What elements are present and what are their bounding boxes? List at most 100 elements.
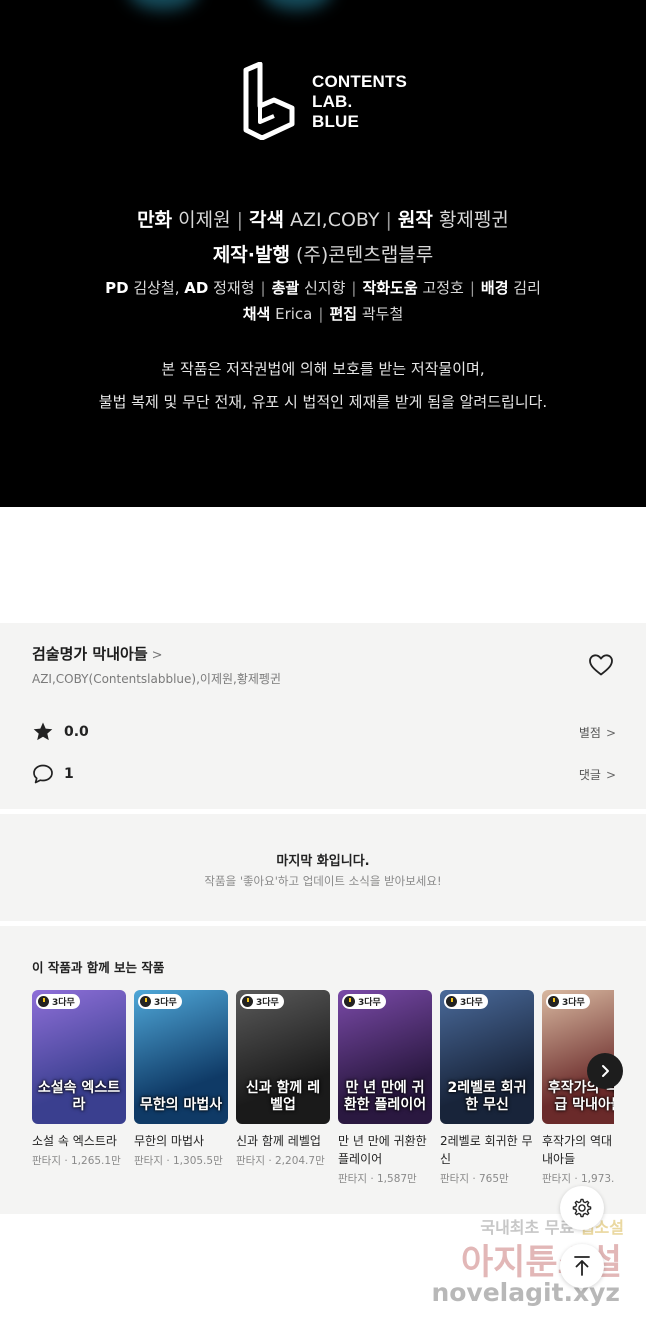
thumbnail-title-art: 신과 함께 레벨업 — [245, 1080, 321, 1113]
recommendation-title: 후작가의 역대 막내아들 — [542, 1134, 614, 1166]
credit-role: 각색 — [249, 209, 284, 231]
divider: | — [260, 279, 266, 297]
recommendation-card[interactable]: 3다무소설속 엑스트라소설 속 엑스트라판타지 · 1,265.1만 — [32, 990, 126, 1168]
copyright-notice-1: 본 작품은 저작권법에 의해 보호를 받는 저작물이며, — [161, 360, 485, 378]
site-watermark: 국내최초 무료 웹소설 아지툰소설 novelagit.xyz — [431, 1212, 634, 1322]
badge-label: 3다무 — [460, 998, 483, 1008]
credit-role: 편집 — [329, 305, 358, 323]
logo-line: BLUE — [312, 112, 360, 131]
wait-free-badge: 3다무 — [138, 994, 182, 1009]
credit-role: AD — [184, 279, 209, 297]
recommendation-title: 소설 속 엑스트라 — [32, 1134, 117, 1148]
recommendation-thumbnail: 3다무 2레벨로 회귀한 무신 — [440, 990, 534, 1124]
recommendation-meta: 판타지 · 1,973.2만 — [542, 1173, 614, 1185]
recommendations-section: 이 작품과 함께 보는 작품 3다무소설속 엑스트라소설 속 엑스트라판타지 ·… — [0, 926, 646, 1214]
speech-bubble-icon — [33, 764, 53, 784]
recommendation-meta: 판타지 · 1,305.5만 — [134, 1155, 223, 1167]
credit-name: 곽두철 — [361, 305, 404, 323]
credit-name: 황제펭귄 — [438, 209, 509, 231]
rating-link-label: 별점 — [578, 726, 601, 740]
credit-role: 원작 — [397, 209, 433, 231]
credits-section: CONTENTS LAB. BLUE 만화 이제원 | 각색 AZI,COBY | 원작… — [0, 0, 646, 507]
recommendation-thumbnail: 3다무신과 함께 레벨업 — [236, 990, 330, 1124]
recommendation-meta: 판타지 · 1,265.1만 — [32, 1155, 121, 1167]
credit-role: 채색 — [242, 305, 271, 323]
copyright-notice-2: 불법 복제 및 무단 전재, 유포 시 법적인 제재를 받게 됨을 알려드립니다… — [98, 393, 548, 411]
last-episode-subtitle: 작품을 '좋아요'하고 업데이트 소식을 받아보세요! — [204, 874, 442, 888]
credit-role: 만화 — [137, 209, 173, 231]
comments-row: 1 댓글 > — [32, 763, 616, 787]
divider: | — [385, 209, 392, 231]
wait-free-badge: 3다무 — [444, 994, 488, 1009]
recommendation-thumbnail: 3다무만 년 만에 귀환한 플레이어 — [338, 990, 432, 1124]
recommendation-title: 무한의 마법사 — [134, 1134, 205, 1148]
comments-link-label: 댓글 — [578, 768, 601, 782]
recommendation-thumbnail: 3다무무한의 마법사 — [134, 990, 228, 1124]
chevron-right-icon — [602, 1065, 609, 1077]
thumbnail-title-art: 만 년 만에 귀환한 플레이어 — [343, 1080, 427, 1113]
credits-line-1: 만화 이제원 | 각색 AZI,COBY | 원작 황제펭귄 — [0, 205, 646, 232]
arrow-up-icon — [574, 1256, 590, 1276]
credit-role: 작화도움 — [362, 279, 418, 297]
clock-icon — [242, 996, 253, 1007]
recommendations-title: 이 작품과 함께 보는 작품 — [32, 960, 165, 975]
recommendation-meta: 판타지 · 2,204.7만 — [236, 1155, 325, 1167]
thumbnail-title-art: 소설속 엑스트라 — [37, 1080, 121, 1113]
series-title-link[interactable]: 검술명가 막내아들 > — [32, 643, 163, 664]
like-heart-icon[interactable] — [588, 653, 614, 677]
credit-name: 고정호 — [422, 279, 464, 297]
rating-row: 0.0 별점 > — [32, 721, 616, 745]
chevron-right-icon: > — [605, 726, 616, 740]
comments-link[interactable]: 댓글 > — [579, 766, 616, 783]
badge-label: 3다무 — [154, 998, 177, 1008]
credit-name: (주)콘텐츠랩블루 — [296, 244, 434, 266]
credit-name: AZI,COBY — [290, 209, 380, 231]
clock-icon — [446, 996, 457, 1007]
last-episode-panel: 마지막 화입니다. 작품을 '좋아요'하고 업데이트 소식을 받아보세요! — [0, 814, 646, 921]
credit-role: 총괄 — [271, 279, 300, 297]
recommendation-meta: 판타지 · 765만 — [440, 1173, 509, 1185]
glow-decoration — [128, 0, 198, 10]
credit-name: 신지향 — [303, 279, 346, 297]
divider: | — [318, 305, 324, 323]
clock-icon — [344, 996, 355, 1007]
wait-free-badge: 3다무 — [240, 994, 284, 1009]
badge-label: 3다무 — [52, 998, 75, 1008]
recommendation-card[interactable]: 3다무 무한의 마법사 무한의 마법사 판타지 · 1,305.5만 — [134, 990, 228, 1168]
recommendation-title: 신과 함께 레벨업 — [236, 1134, 321, 1148]
rating-link[interactable]: 별점 > — [579, 724, 616, 741]
badge-label: 3다무 — [358, 998, 381, 1008]
badge-label: 3다무 — [256, 998, 279, 1008]
gear-icon — [572, 1198, 592, 1218]
settings-button[interactable] — [560, 1186, 604, 1230]
clock-icon — [38, 996, 49, 1007]
credit-name: 이제원 — [178, 209, 231, 231]
recommendation-title: 만 년 만에 귀환한 플레이어 — [338, 1134, 427, 1166]
credit-name: 정재형 — [213, 279, 255, 297]
carousel-next-button[interactable] — [587, 1053, 623, 1089]
rating-value: 0.0 — [64, 724, 89, 740]
credits-line-2: 제작·발행 (주)콘텐츠랩블루 — [0, 240, 646, 267]
divider: | — [236, 209, 244, 231]
series-title: 검술명가 막내아들 — [32, 645, 148, 663]
recommendation-meta: 판타지 · 1,587만 — [338, 1173, 417, 1185]
credit-role: 배경 — [480, 279, 509, 297]
chevron-right-icon: > — [151, 648, 163, 663]
wait-free-badge: 3다무 — [546, 994, 590, 1009]
star-icon — [33, 722, 53, 741]
credit-name: 김리 — [513, 279, 541, 297]
clock-icon — [548, 996, 559, 1007]
recommendation-thumbnail: 3다무소설속 엑스트라 — [32, 990, 126, 1124]
recommendation-card[interactable]: 3다무 만 년 만에 귀환한 플레이어 만 년 만에 귀환한 플레이어 판타지 · 1… — [338, 990, 432, 1186]
recommendation-card[interactable]: 3다무 신과 함께 레벨업 신과 함께 레벨업 판타지 · 2,204.7만 — [236, 990, 330, 1168]
recommendation-title: 2레벨로 회귀한 무신 — [440, 1134, 533, 1166]
scroll-to-top-button[interactable] — [560, 1244, 604, 1288]
recommendations-carousel: 3다무 소설속 엑스트라 소설 속 엑스트라 판타지 · 1,265.1만 3다무 무한의… — [32, 990, 614, 1214]
credits-line-3: PD 김상철, AD 정재형 | 총괄 신지향 | 작화도움 고정호 | 배경 김리 — [0, 277, 646, 298]
recommendation-card[interactable]: 3다무 2레벨로 회귀한 무신 2레벨로 회귀한 무신판타지 · 765만 — [440, 990, 534, 1186]
badge-label: 3다무 — [562, 998, 585, 1008]
thumbnail-title-art: 무한의 마법사 — [139, 1097, 223, 1113]
glow-decoration — [262, 0, 332, 10]
divider: | — [469, 279, 475, 297]
last-episode-title: 마지막 화입니다. — [276, 854, 370, 869]
